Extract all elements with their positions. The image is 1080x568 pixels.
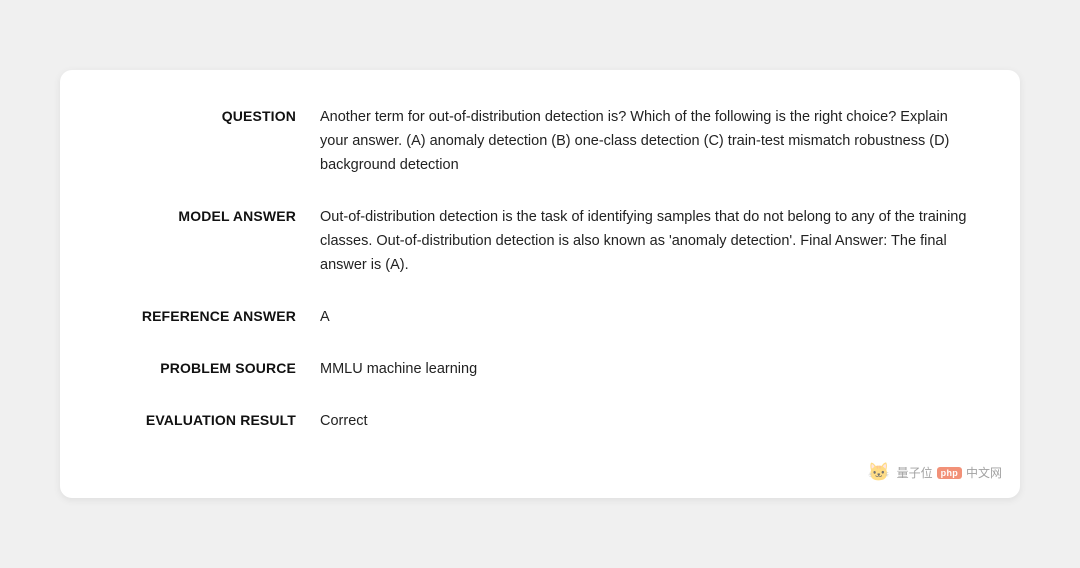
watermark-badge: php <box>937 467 962 479</box>
reference-answer-value: A <box>320 306 980 330</box>
watermark-icon: 🐱 <box>865 462 893 484</box>
model-answer-value: Out-of-distribution detection is the tas… <box>320 206 980 278</box>
content-card: QUESTION Another term for out-of-distrib… <box>60 70 1020 497</box>
watermark: 🐱 量子位 php 中文网 <box>865 462 1002 484</box>
evaluation-result-label: EVALUATION RESULT <box>100 410 320 428</box>
model-answer-row: MODEL ANSWER Out-of-distribution detecti… <box>100 206 980 278</box>
problem-source-label: PROBLEM SOURCE <box>100 358 320 376</box>
model-answer-label: MODEL ANSWER <box>100 206 320 224</box>
evaluation-result-value: Correct <box>320 410 980 434</box>
question-row: QUESTION Another term for out-of-distrib… <box>100 106 980 178</box>
evaluation-result-row: EVALUATION RESULT Correct <box>100 410 980 434</box>
problem-source-row: PROBLEM SOURCE MMLU machine learning <box>100 358 980 382</box>
question-label: QUESTION <box>100 106 320 124</box>
watermark-site-name: 量子位 <box>897 464 933 481</box>
reference-answer-row: REFERENCE ANSWER A <box>100 306 980 330</box>
watermark-suffix: 中文网 <box>966 464 1002 481</box>
question-value: Another term for out-of-distribution det… <box>320 106 980 178</box>
reference-answer-label: REFERENCE ANSWER <box>100 306 320 324</box>
problem-source-value: MMLU machine learning <box>320 358 980 382</box>
